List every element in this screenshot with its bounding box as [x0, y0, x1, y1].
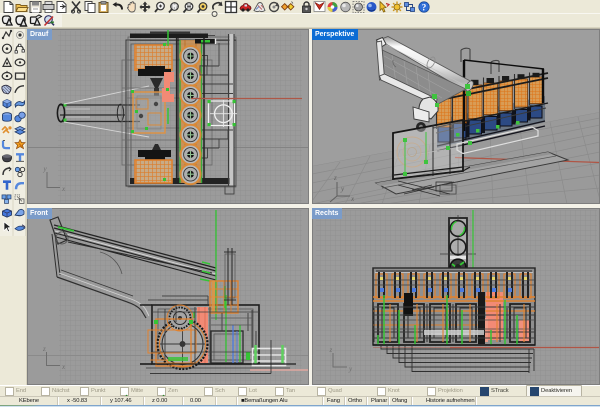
- svg-text:z: z: [42, 345, 46, 353]
- svg-text:z: z: [329, 346, 333, 354]
- svg-text:z: z: [333, 174, 337, 182]
- svg-text:?: ?: [422, 2, 427, 12]
